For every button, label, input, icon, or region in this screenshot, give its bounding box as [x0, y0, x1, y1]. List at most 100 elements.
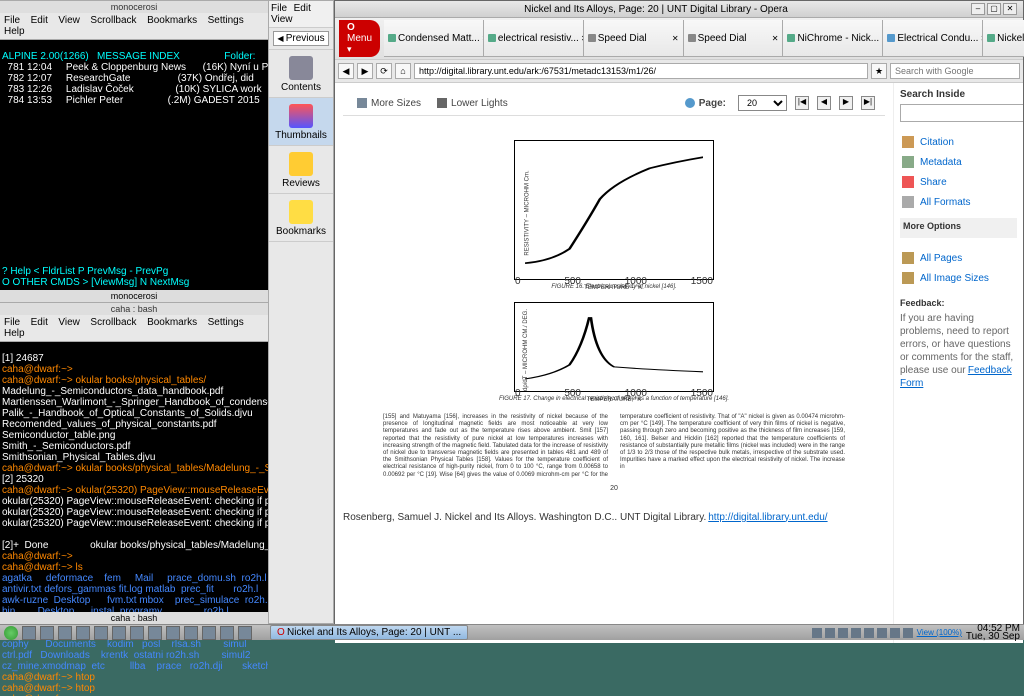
close-tab-icon[interactable]: ✕: [772, 34, 779, 43]
sidebar-item-share[interactable]: Share: [900, 172, 1017, 192]
taskbar-app-icon[interactable]: [58, 626, 72, 640]
maximize-button[interactable]: ▢: [987, 3, 1001, 15]
terminal-title: monocerosi: [0, 0, 268, 13]
search-input[interactable]: [890, 63, 1020, 79]
previous-button[interactable]: ◀ Previous: [273, 31, 328, 46]
tab-reviews[interactable]: Reviews: [269, 146, 333, 194]
browser-tab[interactable]: Condensed Matt...✕: [384, 20, 484, 56]
menu-bookmarks[interactable]: Bookmarks: [147, 15, 197, 26]
tray-icon[interactable]: [903, 628, 913, 638]
taskbar-app-icon[interactable]: [76, 626, 90, 640]
browser-tab[interactable]: Nickel and Its All...✕: [983, 20, 1024, 56]
start-button[interactable]: [4, 626, 18, 640]
window-title: Nickel and Its Alloys, Page: 20 | UNT Di…: [341, 4, 971, 15]
menu-help[interactable]: Help: [4, 328, 25, 339]
tray-icon[interactable]: [877, 628, 887, 638]
tray-icon[interactable]: [825, 628, 835, 638]
sidebar-item-image-sizes[interactable]: All Image Sizes: [900, 268, 1017, 288]
view-zoom[interactable]: View (100%): [917, 628, 962, 637]
terminal-body[interactable]: ALPINE 2.00(1266) MESSAGE INDEX Folder: …: [0, 40, 268, 119]
menu-file[interactable]: File: [271, 3, 287, 14]
msg-row[interactable]: 781 12:04 Peek & Cloppenburg News (16K) …: [2, 62, 268, 73]
taskbar-app-icon[interactable]: [184, 626, 198, 640]
terminal-body[interactable]: [1] 24687 caha@dwarf:~> caha@dwarf:~> ok…: [0, 342, 268, 696]
taskbar-app-icon[interactable]: [238, 626, 252, 640]
reload-button[interactable]: ⟳: [376, 63, 392, 79]
menu-settings[interactable]: Settings: [208, 15, 244, 26]
term-tab-label[interactable]: monocerosi: [0, 290, 268, 302]
sidebar-item-metadata[interactable]: Metadata: [900, 152, 1017, 172]
menu-settings[interactable]: Settings: [208, 317, 244, 328]
taskbar-app-icon[interactable]: [148, 626, 162, 640]
back-button[interactable]: ◀: [338, 63, 354, 79]
sidebar-item-all-pages[interactable]: All Pages: [900, 248, 1017, 268]
bookmark-star-icon[interactable]: ★: [871, 63, 887, 79]
citation-link[interactable]: http://digital.library.unt.edu/: [708, 512, 827, 523]
tray-icon[interactable]: [851, 628, 861, 638]
menu-scrollback[interactable]: Scrollback: [90, 317, 136, 328]
menu-view[interactable]: View: [58, 317, 80, 328]
menu-edit[interactable]: Edit: [31, 317, 48, 328]
taskbar-app-icon[interactable]: [94, 626, 108, 640]
contents-icon: [289, 56, 313, 80]
tray-icon[interactable]: [812, 628, 822, 638]
browser-tab[interactable]: electrical resistiv...✕: [484, 20, 584, 56]
taskbar-app-icon[interactable]: [166, 626, 180, 640]
okular-nav: ◀ Previous: [269, 28, 333, 50]
sidebar-item-citation[interactable]: Citation: [900, 132, 1017, 152]
clock[interactable]: 04:52 PM Tue, 30 Sep: [966, 625, 1020, 641]
msg-row[interactable]: 784 13:53 Pichler Peter (.2M) GADEST 201…: [2, 95, 260, 106]
last-page-button[interactable]: ▶|: [861, 96, 875, 110]
next-page-button[interactable]: ▶: [839, 96, 853, 110]
document-toolbar: More Sizes Lower Lights Page: 20 |◀ ◀ ▶ …: [343, 91, 885, 116]
close-tab-icon[interactable]: ✕: [672, 34, 679, 43]
menu-edit[interactable]: Edit: [31, 15, 48, 26]
menu-edit[interactable]: Edit: [294, 3, 311, 14]
msg-row[interactable]: 782 12:07 ResearchGate (37K) Ondřej, did: [2, 73, 254, 84]
url-input[interactable]: [414, 63, 868, 79]
menu-scrollback[interactable]: Scrollback: [90, 15, 136, 26]
browser-tab[interactable]: Electrical Condu...✕: [883, 20, 983, 56]
tab-bookmarks[interactable]: Bookmarks: [269, 194, 333, 242]
msg-row[interactable]: 783 12:26 Ladislav Čoček (10K) SYLICA wo…: [2, 84, 262, 95]
close-button[interactable]: ✕: [1003, 3, 1017, 15]
browser-tab[interactable]: NiChrome - Nick...✕: [783, 20, 883, 56]
forward-button[interactable]: ▶: [357, 63, 373, 79]
more-sizes-button[interactable]: More Sizes: [353, 96, 425, 111]
menu-view[interactable]: View: [58, 15, 80, 26]
menu-file[interactable]: File: [4, 15, 20, 26]
menu-help[interactable]: Help: [4, 26, 25, 37]
browser-tab[interactable]: Speed Dial✕: [584, 20, 684, 56]
sidebar-item-formats[interactable]: All Formats: [900, 192, 1017, 212]
alpine-header: ALPINE 2.00(1266) MESSAGE INDEX Folder:: [2, 51, 255, 62]
tray-icon[interactable]: [864, 628, 874, 638]
search-inside-input[interactable]: [900, 104, 1023, 122]
home-button[interactable]: ⌂: [395, 63, 411, 79]
menu-view[interactable]: View: [271, 14, 293, 25]
terminal-bottom-window: caha : bash File Edit View Scrollback Bo…: [0, 302, 268, 624]
tray-icon[interactable]: [838, 628, 848, 638]
taskbar-app-icon[interactable]: [202, 626, 216, 640]
term-tab-label[interactable]: caha : bash: [0, 612, 268, 624]
favicon-icon: [388, 34, 396, 42]
tab-contents[interactable]: Contents: [269, 50, 333, 98]
figure-17-chart: dρ/dT – MICROHM CM./ DEG. 050010001500 T…: [514, 302, 714, 392]
tray-icon[interactable]: [890, 628, 900, 638]
taskbar-app-icon[interactable]: [130, 626, 144, 640]
taskbar-app-icon[interactable]: [40, 626, 54, 640]
menu-bookmarks[interactable]: Bookmarks: [147, 317, 197, 328]
page-select[interactable]: 20: [738, 95, 787, 111]
taskbar-app-icon[interactable]: [220, 626, 234, 640]
image-sizes-icon: [902, 272, 914, 284]
tab-thumbnails[interactable]: Thumbnails: [269, 98, 333, 146]
browser-tab[interactable]: Speed Dial✕: [684, 20, 784, 56]
menu-file[interactable]: File: [4, 317, 20, 328]
prev-page-button[interactable]: ◀: [817, 96, 831, 110]
taskbar-task-opera[interactable]: O Nickel and Its Alloys, Page: 20 | UNT …: [270, 625, 468, 640]
minimize-button[interactable]: –: [971, 3, 985, 15]
lower-lights-button[interactable]: Lower Lights: [433, 96, 512, 111]
taskbar-app-icon[interactable]: [22, 626, 36, 640]
first-page-button[interactable]: |◀: [795, 96, 809, 110]
opera-menu-button[interactable]: O Menu ▾: [339, 20, 380, 57]
taskbar-app-icon[interactable]: [112, 626, 126, 640]
